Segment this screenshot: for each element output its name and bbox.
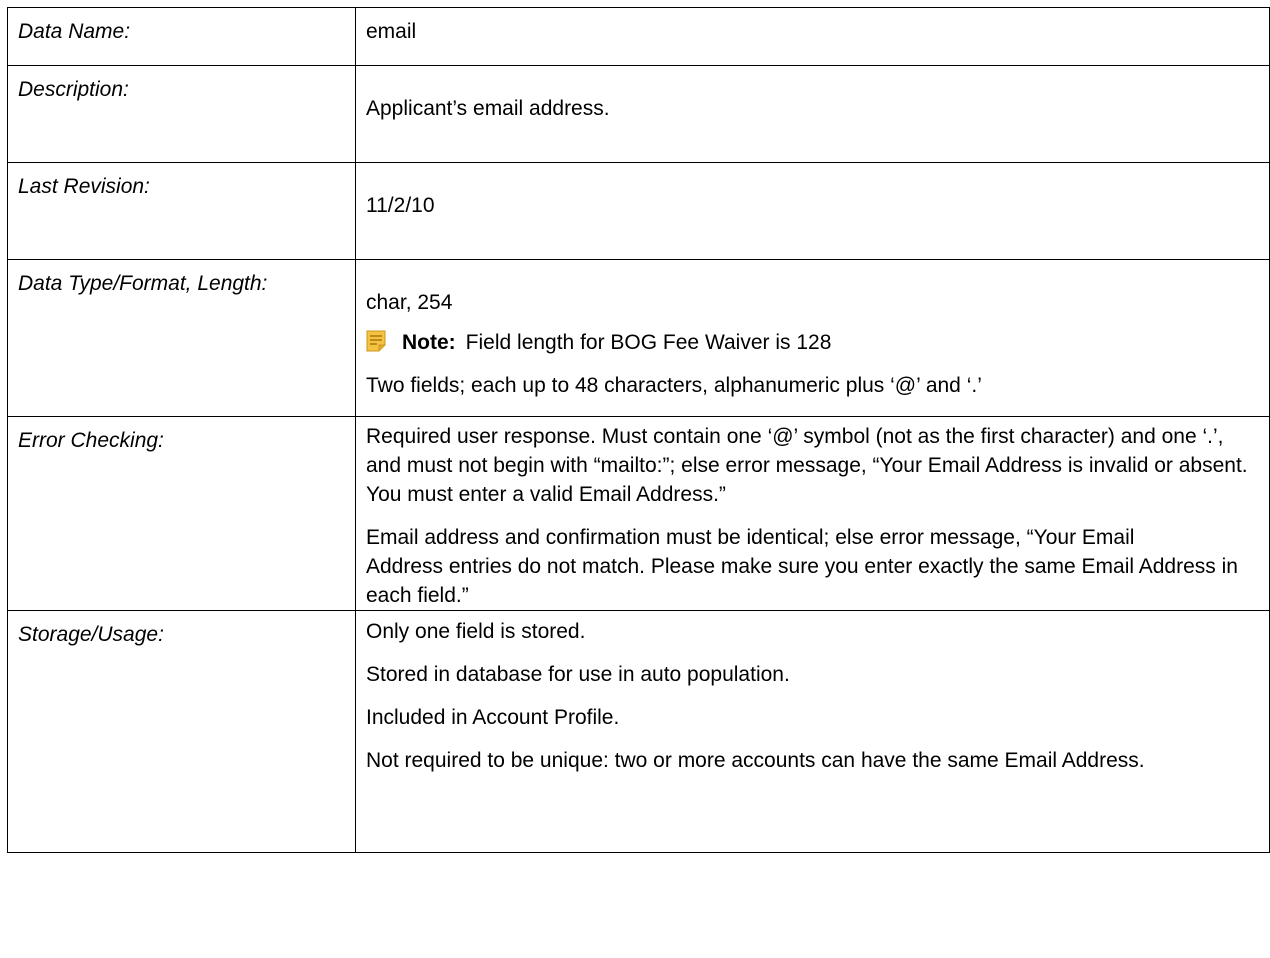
storage-item: Not required to be unique: two or more a… xyxy=(366,749,1145,772)
storage-item: Stored in database for use in auto popul… xyxy=(366,663,790,686)
data-name-value: email xyxy=(355,7,1270,66)
data-dictionary-table: Data Name: email Description: Applicant’… xyxy=(7,7,1270,853)
error-checking-match-line-2: Address entries do not match. Please mak… xyxy=(366,555,1238,607)
last-revision-value: 11/2/10 xyxy=(355,162,1270,260)
storage-item: Included in Account Profile. xyxy=(366,706,620,729)
note-icon xyxy=(366,330,386,352)
error-checking-match-line-1: Email address and confirmation must be i… xyxy=(366,526,1135,549)
row-description: Description: Applicant’s email address. xyxy=(7,65,1270,163)
error-checking-paragraph: Required user response. Must contain one… xyxy=(366,425,1248,506)
note-callout: Note: Field length for BOG Fee Waiver is… xyxy=(366,328,1259,357)
row-data-type: Data Type/Format, Length: char, 254 Note… xyxy=(7,259,1270,417)
row-last-revision: Last Revision: 11/2/10 xyxy=(7,162,1270,260)
last-revision-label: Last Revision: xyxy=(7,162,356,260)
row-storage-usage: Storage/Usage: Only one field is stored.… xyxy=(7,610,1270,853)
error-checking-label: Error Checking: xyxy=(7,416,356,611)
row-data-name: Data Name: email xyxy=(7,7,1270,66)
data-type-value: char, 254 xyxy=(366,291,453,314)
storage-usage-label: Storage/Usage: xyxy=(7,610,356,853)
data-name-label: Data Name: xyxy=(7,7,356,66)
row-error-checking: Error Checking: Required user response. … xyxy=(7,416,1270,611)
storage-usage-cell: Only one field is stored. Stored in data… xyxy=(355,610,1270,853)
note-label: Note: xyxy=(402,331,456,354)
description-value: Applicant’s email address. xyxy=(355,65,1270,163)
data-type-detail: Two fields; each up to 48 characters, al… xyxy=(366,374,982,397)
description-label: Description: xyxy=(7,65,356,163)
note-text: Field length for BOG Fee Waiver is 128 xyxy=(465,331,832,354)
error-checking-cell: Required user response. Must contain one… xyxy=(355,416,1270,611)
storage-item: Only one field is stored. xyxy=(366,620,586,643)
data-type-cell: char, 254 Note: Field length for BOG Fee… xyxy=(355,259,1270,417)
data-type-label: Data Type/Format, Length: xyxy=(7,259,356,417)
